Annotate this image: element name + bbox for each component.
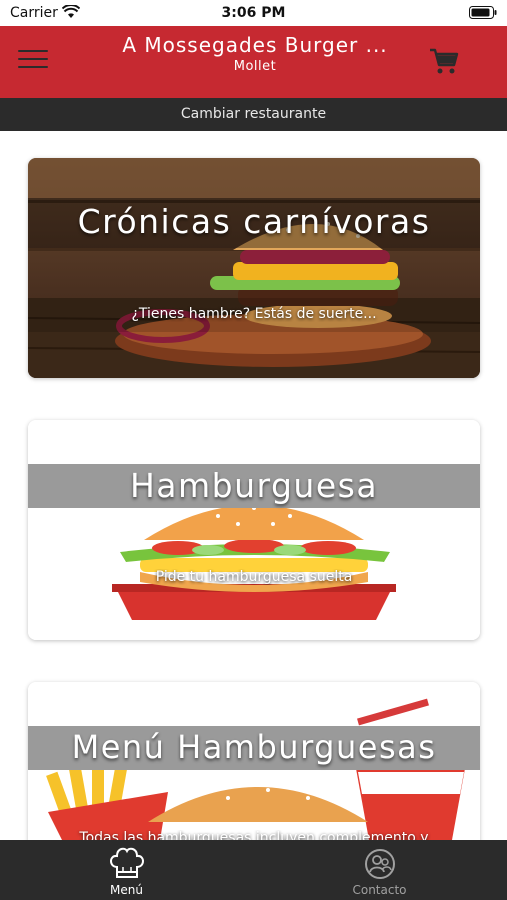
category-description: Pide tu hamburguesa suelta [155, 569, 353, 585]
category-description: ¿Tienes hambre? Estás de suerte... [131, 306, 377, 322]
tab-contacto[interactable]: Contacto [253, 840, 506, 900]
tab-menu[interactable]: Menú [0, 840, 253, 900]
category-card-menu-hamburguesas[interactable]: Menú Hamburguesas Todas las hamburguesas… [28, 682, 480, 840]
status-bar: Carrier 3:06 PM [0, 0, 507, 26]
tab-label: Contacto [352, 883, 407, 897]
change-restaurant-button[interactable]: Cambiar restaurante [0, 98, 507, 131]
restaurant-name: A Mossegades Burger ... [122, 33, 388, 57]
category-title: Crónicas carnívoras [77, 202, 431, 241]
chef-hat-icon [110, 847, 144, 878]
menu-category-list: Crónicas carnívoras ¿Tienes hambre? Está… [0, 131, 507, 840]
category-title: Hamburguesa [129, 466, 379, 505]
restaurant-location: Mollet [233, 59, 277, 74]
bottom-tab-bar: Menú Contacto [0, 840, 507, 900]
battery-icon [469, 6, 497, 19]
category-card-cronicas-carnivoras[interactable]: Crónicas carnívoras ¿Tienes hambre? Está… [28, 158, 480, 378]
clock: 3:06 PM [221, 5, 286, 21]
burger-photo-image [28, 158, 480, 378]
contact-person-icon [365, 849, 395, 879]
category-title: Menú Hamburguesas [71, 728, 437, 766]
hamburger-menu-icon[interactable] [18, 50, 48, 72]
shopping-cart-icon[interactable] [428, 46, 460, 76]
tab-label: Menú [110, 883, 143, 897]
app-header: A Mossegades Burger ... Mollet [0, 26, 507, 98]
hamburger-illustration-image [28, 420, 480, 640]
category-description: Todas las hamburguesas incluyen compleme… [79, 830, 429, 840]
category-card-hamburguesa[interactable]: Hamburguesa Pide tu hamburguesa suelta [28, 420, 480, 640]
